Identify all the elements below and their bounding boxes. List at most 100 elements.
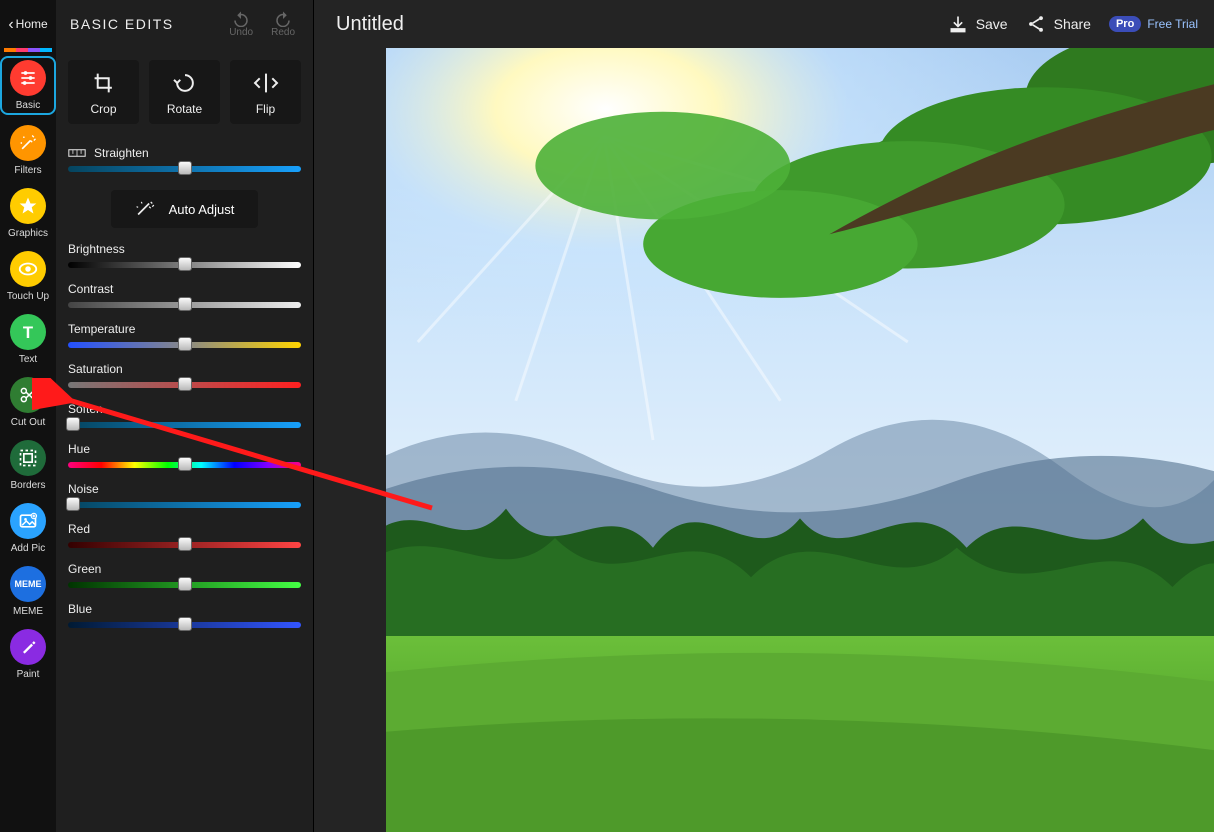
slider-contrast: Contrast — [68, 282, 301, 308]
slider-thumb[interactable] — [178, 617, 192, 631]
slider-track[interactable] — [68, 382, 301, 388]
meme-icon: MEME — [10, 566, 46, 602]
document-title: Untitled — [336, 13, 930, 36]
redo-button[interactable]: Redo — [271, 11, 295, 38]
download-icon — [948, 14, 968, 34]
graphics-icon — [10, 188, 46, 224]
rail-label: Graphics — [8, 228, 48, 239]
undo-icon — [232, 11, 250, 27]
pro-badge[interactable]: Pro Free Trial — [1109, 16, 1198, 32]
slider-thumb[interactable] — [178, 377, 192, 391]
rail-label: Borders — [10, 480, 45, 491]
rail-label: Cut Out — [11, 417, 45, 428]
save-button[interactable]: Save — [948, 14, 1008, 34]
rail-item-meme[interactable]: MEME MEME — [2, 566, 54, 617]
undo-button[interactable]: Undo — [229, 11, 253, 38]
slider-label: Saturation — [68, 362, 301, 376]
rail-label: Text — [19, 354, 37, 365]
rail-label: Filters — [14, 165, 41, 176]
slider-track[interactable] — [68, 262, 301, 268]
slider-label: Contrast — [68, 282, 301, 296]
flip-button[interactable]: Flip — [230, 60, 301, 124]
slider-track[interactable] — [68, 342, 301, 348]
slider-track[interactable] — [68, 502, 301, 508]
rail-item-borders[interactable]: Borders — [2, 440, 54, 491]
home-label: Home — [16, 17, 48, 31]
slider-green: Green — [68, 562, 301, 588]
slider-label: Green — [68, 562, 301, 576]
straighten-icon — [68, 147, 86, 159]
slider-thumb[interactable] — [178, 161, 192, 175]
slider-track[interactable] — [68, 302, 301, 308]
wand-icon — [135, 200, 157, 218]
canvas-area[interactable] — [386, 48, 1214, 832]
slider-saturation: Saturation — [68, 362, 301, 388]
main-area: Untitled Save Share Pro Free Trial — [314, 0, 1214, 832]
auto-adjust-button[interactable]: Auto Adjust — [111, 190, 259, 228]
panel-header: BASIC EDITS Undo Redo — [56, 0, 313, 48]
panel-title: BASIC EDITS — [70, 16, 219, 32]
slider-straighten: Straighten — [68, 146, 301, 172]
rail-accent-strip — [4, 48, 52, 52]
crop-button[interactable]: Crop — [68, 60, 139, 124]
slider-label: Noise — [68, 482, 301, 496]
slider-red: Red — [68, 522, 301, 548]
slider-thumb[interactable] — [66, 497, 80, 511]
rail-label: Basic — [16, 100, 40, 111]
borders-icon — [10, 440, 46, 476]
edit-panel: BASIC EDITS Undo Redo Crop — [56, 0, 314, 832]
crop-icon — [91, 72, 117, 94]
slider-track[interactable] — [68, 622, 301, 628]
filters-icon — [10, 125, 46, 161]
rail-item-text[interactable]: T Text — [2, 314, 54, 365]
photo-placeholder — [386, 48, 1214, 832]
rail-item-graphics[interactable]: Graphics — [2, 188, 54, 239]
slider-temperature: Temperature — [68, 322, 301, 348]
slider-thumb[interactable] — [178, 297, 192, 311]
home-button[interactable]: ‹ Home — [0, 4, 56, 44]
rail-label: Paint — [17, 669, 40, 680]
text-icon: T — [10, 314, 46, 350]
share-icon — [1026, 14, 1046, 34]
slider-thumb[interactable] — [178, 257, 192, 271]
rail-label: MEME — [13, 606, 43, 617]
slider-track[interactable] — [68, 422, 301, 428]
slider-thumb[interactable] — [178, 457, 192, 471]
rail-item-addpic[interactable]: Add Pic — [2, 503, 54, 554]
touchup-icon — [10, 251, 46, 287]
svg-text:T: T — [23, 323, 33, 342]
tool-rail: ‹ Home Basic Filters Graphics Touch Up T Text… — [0, 0, 56, 832]
basic-icon — [10, 60, 46, 96]
rotate-button[interactable]: Rotate — [149, 60, 220, 124]
redo-icon — [274, 11, 292, 27]
slider-label: Red — [68, 522, 301, 536]
slider-blue: Blue — [68, 602, 301, 628]
top-bar: Untitled Save Share Pro Free Trial — [314, 0, 1214, 48]
rail-item-touchup[interactable]: Touch Up — [2, 251, 54, 302]
slider-soften: Soften — [68, 402, 301, 428]
slider-label: Temperature — [68, 322, 301, 336]
slider-label: Straighten — [68, 146, 301, 160]
rail-item-basic[interactable]: Basic — [2, 58, 54, 113]
slider-thumb[interactable] — [178, 537, 192, 551]
slider-noise: Noise — [68, 482, 301, 508]
slider-thumb[interactable] — [178, 577, 192, 591]
share-button[interactable]: Share — [1026, 14, 1091, 34]
slider-thumb[interactable] — [66, 417, 80, 431]
slider-track[interactable] — [68, 166, 301, 172]
slider-label: Soften — [68, 402, 301, 416]
slider-hue: Hue — [68, 442, 301, 468]
rail-item-cutout[interactable]: Cut Out — [2, 377, 54, 428]
rail-item-paint[interactable]: Paint — [2, 629, 54, 680]
slider-label: Brightness — [68, 242, 301, 256]
chevron-left-icon: ‹ — [8, 17, 13, 33]
slider-track[interactable] — [68, 462, 301, 468]
rotate-icon — [172, 72, 198, 94]
slider-brightness: Brightness — [68, 242, 301, 268]
rail-item-filters[interactable]: Filters — [2, 125, 54, 176]
slider-thumb[interactable] — [178, 337, 192, 351]
slider-label: Hue — [68, 442, 301, 456]
slider-track[interactable] — [68, 582, 301, 588]
slider-track[interactable] — [68, 542, 301, 548]
paint-icon — [10, 629, 46, 665]
